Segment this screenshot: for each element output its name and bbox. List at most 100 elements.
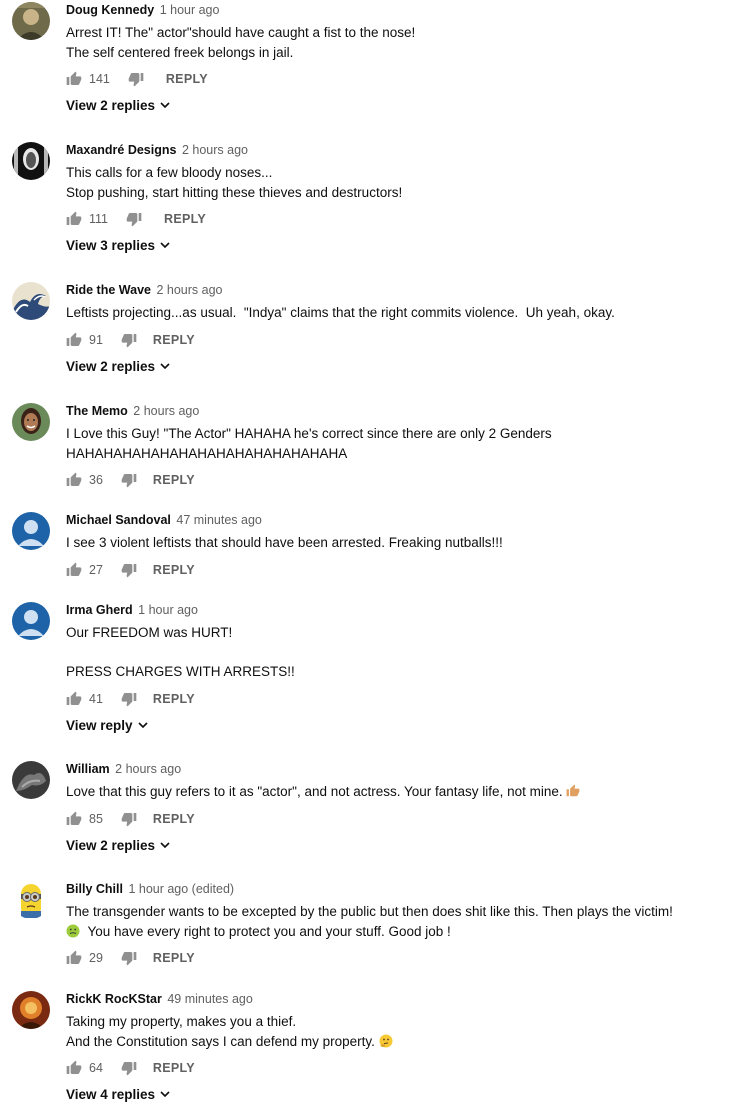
like-button[interactable] [66, 211, 82, 227]
comment-timestamp[interactable]: 2 hours ago [182, 143, 248, 157]
thumbs-up-emoji [566, 784, 580, 797]
comment-timestamp[interactable]: 2 hours ago [156, 283, 222, 297]
author-name[interactable]: Michael Sandoval [66, 513, 171, 527]
comment-text: Taking my property, makes you a thief. A… [66, 1012, 726, 1051]
comment-actions: 141 REPLY [66, 69, 726, 89]
comment-timestamp[interactable]: 49 minutes ago [167, 992, 252, 1006]
author-name[interactable]: Doug Kennedy [66, 3, 154, 17]
like-button[interactable] [66, 950, 82, 966]
avatar[interactable] [12, 282, 50, 320]
like-button[interactable] [66, 332, 82, 348]
comment-line: Love that this guy refers to it as "acto… [66, 782, 726, 802]
avatar[interactable] [12, 142, 50, 180]
dislike-button[interactable] [121, 811, 137, 827]
chevron-down-icon [160, 1091, 170, 1098]
avatar[interactable] [12, 881, 50, 919]
comment-line: PRESS CHARGES WITH ARRESTS!! [66, 664, 295, 679]
comment-line: I Love this Guy! "The Actor" HAHAHA he's… [66, 426, 552, 441]
like-count: 41 [89, 691, 103, 706]
like-count: 36 [89, 473, 103, 487]
comment-actions: 27 REPLY [66, 560, 726, 580]
author-name[interactable]: William [66, 762, 110, 776]
like-button[interactable] [66, 71, 82, 87]
comment-header: Irma Gherd 1 hour ago [66, 602, 726, 618]
author-name[interactable]: RickK RocKStar [66, 992, 162, 1006]
default-avatar-icon [12, 512, 50, 550]
dislike-button[interactable] [121, 332, 137, 348]
like-count: 111 [89, 212, 109, 226]
view-replies-button[interactable]: View 3 replies [66, 238, 170, 253]
reply-button[interactable]: REPLY [153, 1061, 195, 1075]
avatar[interactable] [12, 2, 50, 40]
avatar[interactable] [12, 512, 50, 550]
dislike-button[interactable] [121, 562, 137, 578]
view-replies-button[interactable]: View reply [66, 718, 148, 733]
like-button[interactable] [66, 562, 82, 578]
reply-button[interactable]: REPLY [164, 212, 206, 226]
chevron-down-icon [160, 102, 170, 109]
dislike-button[interactable] [121, 1060, 137, 1076]
comment-header: Michael Sandoval 47 minutes ago [66, 512, 726, 528]
comment-content: Ride the Wave 2 hours ago Leftists proje… [66, 282, 726, 376]
author-name[interactable]: Billy Chill [66, 882, 123, 896]
view-replies-label: View 2 replies [66, 837, 156, 853]
dislike-button[interactable] [121, 472, 137, 488]
like-button[interactable] [66, 1060, 82, 1076]
view-replies-button[interactable]: View 4 replies [66, 1087, 170, 1102]
comment-line: Taking my property, makes you a thief. [66, 1014, 297, 1029]
avatar[interactable] [12, 602, 50, 640]
like-count: 64 [89, 1061, 103, 1075]
thumbs-down-icon [126, 213, 142, 227]
thumbs-up-icon [66, 211, 82, 225]
view-replies-label: View 2 replies [66, 358, 156, 374]
comment-header: RickK RocKStar 49 minutes ago [66, 991, 726, 1007]
view-replies-button[interactable]: View 2 replies [66, 359, 170, 374]
like-count: 85 [89, 811, 103, 826]
comment-line-text: Love that this guy refers to it as "acto… [66, 784, 563, 799]
comment-actions: 91 REPLY [66, 330, 726, 350]
thumbs-down-icon [121, 474, 137, 488]
thumbs-up-icon [66, 71, 82, 85]
comment-content: Maxandré Designs 2 hours ago This calls … [66, 142, 726, 255]
dislike-button[interactable] [126, 211, 142, 227]
view-replies-label: View 3 replies [66, 238, 156, 253]
reply-button[interactable]: REPLY [153, 692, 195, 706]
reply-button[interactable]: REPLY [153, 812, 195, 826]
comment-content: RickK RocKStar 49 minutes ago Taking my … [66, 991, 726, 1104]
comment-line: The self centered freek belongs in jail. [66, 44, 294, 60]
comment-timestamp[interactable]: 47 minutes ago [176, 513, 261, 527]
thumbs-down-icon [121, 812, 137, 826]
like-count: 27 [89, 562, 103, 577]
like-button[interactable] [66, 472, 82, 488]
author-name[interactable]: Maxandré Designs [66, 143, 176, 157]
comment-timestamp[interactable]: 1 hour ago (edited) [128, 882, 234, 896]
author-name[interactable]: Ride the Wave [66, 283, 151, 297]
avatar[interactable] [12, 403, 50, 441]
comment-timestamp[interactable]: 2 hours ago [115, 762, 181, 776]
comment-timestamp[interactable]: 1 hour ago [138, 603, 198, 617]
like-button[interactable] [66, 811, 82, 827]
avatar[interactable] [12, 991, 50, 1029]
dislike-button[interactable] [128, 71, 144, 87]
avatar[interactable] [12, 761, 50, 799]
thumbs-up-icon [66, 562, 82, 576]
author-name[interactable]: The Memo [66, 404, 128, 418]
dislike-button[interactable] [121, 950, 137, 966]
like-button[interactable] [66, 691, 82, 707]
reply-button[interactable]: REPLY [153, 333, 195, 347]
comment-timestamp[interactable]: 2 hours ago [133, 404, 199, 418]
reply-button[interactable]: REPLY [153, 951, 195, 965]
view-replies-button[interactable]: View 2 replies [66, 838, 170, 853]
comment-text: This calls for a few bloody noses... Sto… [66, 163, 726, 202]
thumbs-up-icon [66, 1060, 82, 1074]
chevron-down-icon [137, 721, 148, 728]
comment-actions: 111 REPLY [66, 209, 726, 229]
reply-button[interactable]: REPLY [153, 473, 195, 487]
reply-button[interactable]: REPLY [153, 563, 195, 577]
reply-button[interactable]: REPLY [166, 72, 208, 86]
author-name[interactable]: Irma Gherd [66, 603, 133, 617]
comment-content: Michael Sandoval 47 minutes ago I see 3 … [66, 512, 726, 580]
view-replies-button[interactable]: View 2 replies [66, 98, 170, 113]
comment-timestamp[interactable]: 1 hour ago [160, 3, 220, 17]
dislike-button[interactable] [121, 691, 137, 707]
